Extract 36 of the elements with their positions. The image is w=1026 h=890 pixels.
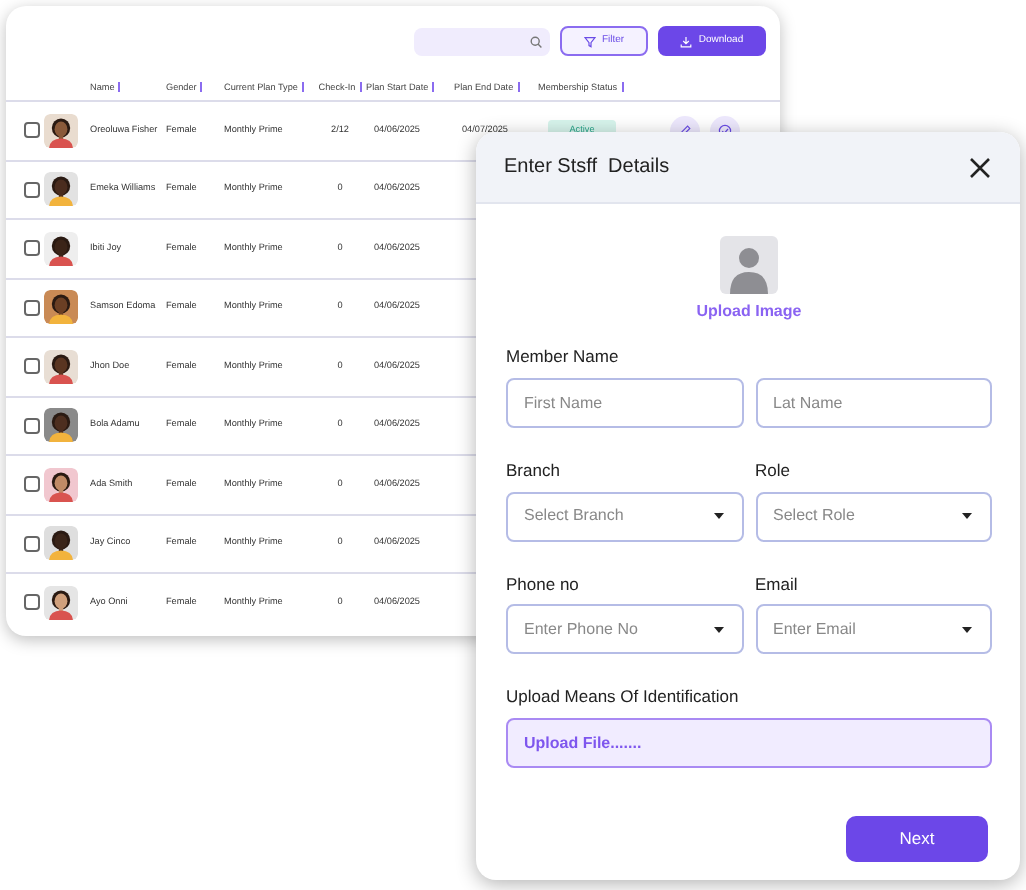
file-upload-field[interactable]: Upload File....... [506, 718, 992, 768]
row-checkbox[interactable] [24, 594, 40, 611]
close-button[interactable] [968, 155, 992, 179]
search-icon [530, 35, 542, 47]
field-label: Phone no [506, 571, 581, 597]
input-field[interactable]: Lat Name [755, 377, 992, 428]
caret-icon [713, 512, 723, 520]
caret-icon [962, 512, 972, 520]
row-checkbox[interactable] [24, 476, 40, 493]
download-icon [680, 35, 693, 47]
select-field[interactable]: Select Branch [506, 491, 743, 541]
field-label: Role [755, 457, 792, 483]
field-label: Email [755, 571, 800, 597]
upload-image-link[interactable]: Upload Image [696, 300, 802, 324]
row-checkbox[interactable] [24, 358, 40, 375]
field-label: Upload Means Of Identification [506, 684, 741, 710]
row-checkbox[interactable] [24, 535, 40, 552]
search-field[interactable] [414, 27, 550, 55]
row-checkbox[interactable] [24, 417, 40, 434]
filter-icon [583, 35, 596, 47]
field-label: Member Name [506, 344, 621, 370]
row-checkbox[interactable] [24, 240, 40, 257]
avatar-placeholder-icon [720, 236, 778, 294]
select-field[interactable]: Enter Email [755, 604, 992, 655]
close-icon [968, 155, 992, 179]
row-checkbox[interactable] [24, 122, 40, 139]
field-label: Branch [506, 457, 562, 483]
row-checkbox[interactable] [24, 181, 40, 198]
input-field[interactable]: First Name [506, 377, 743, 428]
row-checkbox[interactable] [24, 299, 40, 316]
next-button[interactable]: Next [846, 816, 988, 862]
select-field[interactable]: Enter Phone No [506, 604, 743, 655]
modal-title: Enter Stsff Details [504, 154, 670, 182]
caret-icon [713, 625, 723, 634]
select-field[interactable]: Select Role [755, 491, 992, 541]
caret-icon [962, 625, 972, 634]
